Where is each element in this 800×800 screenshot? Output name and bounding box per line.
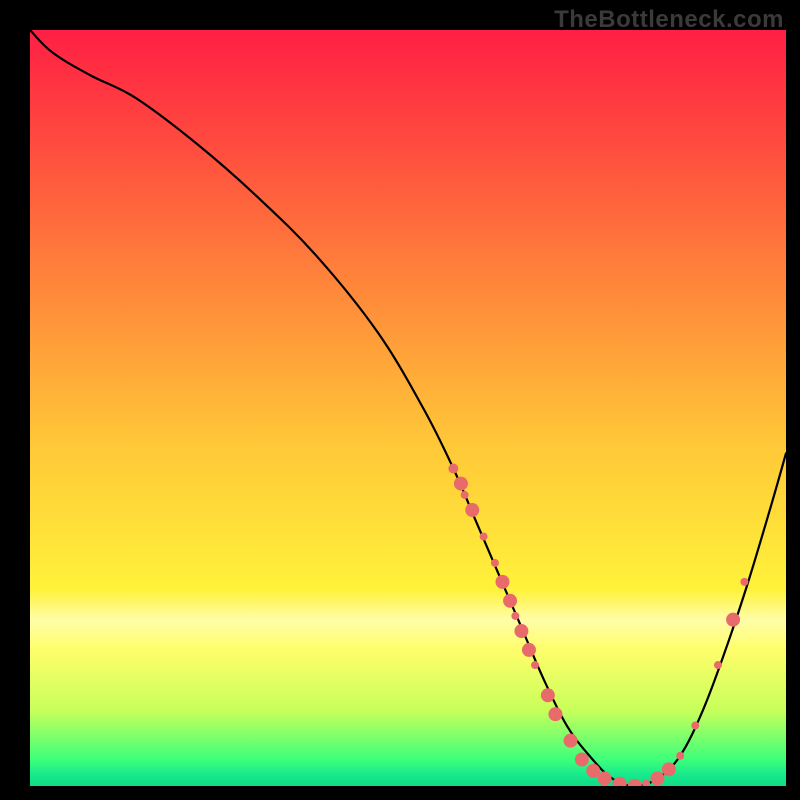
- curve-marker: [465, 503, 479, 517]
- curve-marker: [454, 477, 468, 491]
- curve-marker: [541, 688, 555, 702]
- curve-marker: [461, 491, 469, 499]
- curve-marker: [496, 575, 510, 589]
- curve-marker: [598, 771, 612, 785]
- curve-marker: [522, 643, 536, 657]
- curve-marker: [548, 707, 562, 721]
- chart-container: TheBottleneck.com: [0, 0, 800, 800]
- curve-overlay: [30, 30, 786, 786]
- curve-marker: [628, 779, 642, 786]
- curve-marker: [503, 594, 517, 608]
- curve-marker: [650, 771, 664, 785]
- plot-area: [30, 30, 786, 786]
- curve-marker: [531, 661, 539, 669]
- curve-marker: [564, 734, 578, 748]
- curve-marker: [448, 463, 458, 473]
- curve-marker: [480, 533, 488, 541]
- curve-marker: [676, 752, 684, 760]
- curve-marker: [714, 661, 722, 669]
- curve-marker: [514, 624, 528, 638]
- curve-marker: [740, 578, 748, 586]
- curve-marker: [642, 780, 650, 786]
- curve-marker: [691, 722, 699, 730]
- curve-marker: [613, 777, 627, 786]
- bottleneck-curve: [30, 30, 786, 786]
- watermark-text: TheBottleneck.com: [554, 6, 784, 34]
- curve-marker: [662, 762, 676, 776]
- curve-marker: [511, 612, 519, 620]
- curve-marker: [491, 559, 499, 567]
- curve-marker: [726, 613, 740, 627]
- curve-marker: [575, 753, 589, 767]
- curve-markers: [448, 463, 748, 786]
